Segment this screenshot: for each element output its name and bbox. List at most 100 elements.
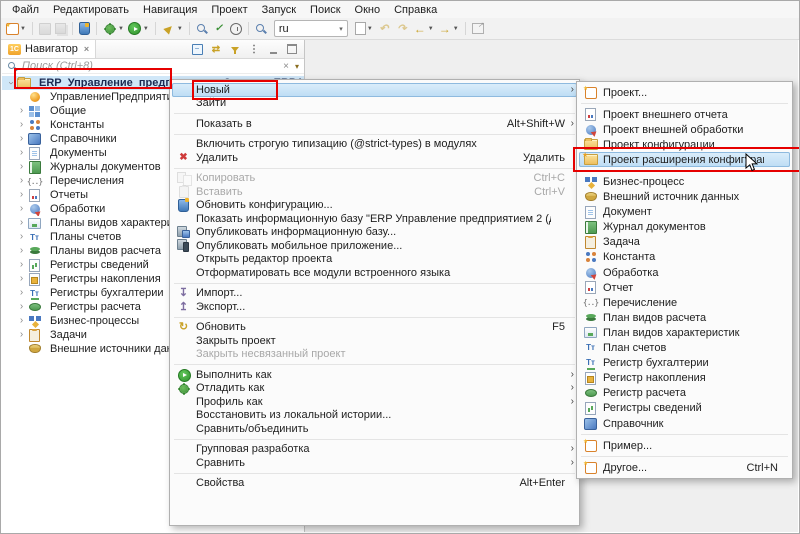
menu-item[interactable]: Закрыть проект bbox=[172, 334, 577, 348]
link-with-editor-icon[interactable] bbox=[209, 42, 223, 56]
menu-item[interactable]: Показать в Alt+Shift+W › bbox=[172, 117, 577, 131]
find-references-button[interactable] bbox=[254, 20, 268, 37]
chevron-down-icon[interactable]: ▼ bbox=[20, 26, 26, 32]
view-menu-icon[interactable] bbox=[247, 42, 261, 56]
menu-item[interactable]: Документ bbox=[579, 205, 790, 220]
menu-item[interactable]: Отладить как › bbox=[172, 382, 577, 396]
menu-item[interactable]: Сравнить › bbox=[172, 456, 577, 470]
search-button[interactable] bbox=[195, 20, 209, 37]
menubar-item[interactable]: Файл bbox=[5, 3, 46, 17]
chevron-icon[interactable]: › bbox=[16, 246, 27, 256]
tab-navigator[interactable]: Навигатор bbox=[2, 40, 96, 58]
chevron-down-icon[interactable]: ▼ bbox=[143, 26, 149, 32]
restore-editor-button[interactable] bbox=[471, 20, 485, 37]
chevron-icon[interactable]: › bbox=[16, 204, 27, 214]
menu-item[interactable]: Закрыть несвязанный проект bbox=[172, 348, 577, 362]
menu-item[interactable]: Опубликовать информационную базу... bbox=[172, 226, 577, 240]
menu-item[interactable]: Перечисление bbox=[579, 295, 790, 310]
menu-item[interactable]: Регистр бухгалтерии bbox=[579, 356, 790, 371]
menu-item[interactable]: Зайти bbox=[172, 97, 577, 111]
menu-item[interactable]: Проект внешнего отчета bbox=[579, 107, 790, 122]
menu-item[interactable]: Открыть редактор проекта bbox=[172, 253, 577, 267]
menubar-item[interactable]: Навигация bbox=[136, 3, 204, 17]
menu-item[interactable]: Показать информационную базу "ERP Управл… bbox=[172, 212, 577, 226]
menu-item[interactable]: Справочник bbox=[579, 416, 790, 431]
chevron-down-icon[interactable]: ▼ bbox=[177, 26, 183, 32]
filter-icon[interactable] bbox=[228, 42, 242, 56]
chevron-icon[interactable]: › bbox=[16, 260, 27, 270]
menu-item[interactable]: Бизнес-процесс bbox=[579, 174, 790, 189]
forward-button[interactable]: ▼ bbox=[437, 20, 460, 37]
menu-item[interactable]: Опубликовать мобильное приложение... bbox=[172, 239, 577, 253]
menu-item[interactable]: Внешний источник данных bbox=[579, 190, 790, 205]
collapse-all-icon[interactable] bbox=[190, 42, 204, 56]
minimize-icon[interactable] bbox=[266, 42, 280, 56]
chevron-down-icon[interactable]: ▼ bbox=[118, 26, 124, 32]
chevron-icon[interactable]: › bbox=[16, 274, 27, 284]
menu-item[interactable]: Другое... Ctrl+N bbox=[579, 460, 790, 475]
menu-item[interactable]: Сравнить/объединить bbox=[172, 422, 577, 436]
menu-item[interactable]: Групповая разработка › bbox=[172, 443, 577, 457]
menu-item[interactable]: План видов расчета bbox=[579, 310, 790, 325]
menu-item[interactable]: Копировать Ctrl+C bbox=[172, 172, 577, 186]
chevron-down-icon[interactable]: ▾ bbox=[295, 62, 299, 71]
debug-button[interactable]: ▼ bbox=[102, 20, 125, 37]
menubar-item[interactable]: Окно bbox=[348, 3, 388, 17]
back-button[interactable]: ▼ bbox=[412, 20, 435, 37]
check-configuration-button[interactable] bbox=[211, 20, 227, 37]
chevron-icon[interactable]: › bbox=[16, 134, 27, 144]
menu-item[interactable]: Новый › bbox=[172, 83, 577, 97]
menu-item[interactable]: Профиль как › bbox=[172, 395, 577, 409]
menu-item[interactable]: Пример... bbox=[579, 438, 790, 453]
chevron-icon[interactable]: › bbox=[16, 330, 27, 340]
chevron-icon[interactable]: › bbox=[16, 106, 27, 116]
menu-item[interactable]: Журнал документов bbox=[579, 220, 790, 235]
chevron-icon[interactable]: › bbox=[16, 190, 27, 200]
chevron-icon[interactable]: › bbox=[16, 288, 27, 298]
menu-item[interactable]: Проект конфигурации bbox=[579, 137, 790, 152]
menu-item[interactable]: Удалить Удалить bbox=[172, 151, 577, 165]
chevron-down-icon[interactable]: ▼ bbox=[367, 26, 373, 32]
annotations-button[interactable]: ▼ bbox=[354, 20, 374, 37]
chevron-icon[interactable]: › bbox=[16, 302, 27, 312]
close-icon[interactable] bbox=[82, 44, 89, 54]
last-edit-location-button[interactable] bbox=[376, 20, 392, 37]
menu-item[interactable]: Проект... bbox=[579, 85, 790, 100]
menu-item[interactable]: Отчет bbox=[579, 280, 790, 295]
maximize-icon[interactable] bbox=[285, 42, 299, 56]
menu-item[interactable]: Обновить конфигурацию... bbox=[172, 199, 577, 213]
chevron-icon[interactable]: › bbox=[6, 78, 16, 89]
chevron-icon[interactable]: › bbox=[16, 176, 27, 186]
menu-item[interactable]: Свойства Alt+Enter bbox=[172, 477, 577, 491]
chevron-down-icon[interactable]: ▼ bbox=[428, 26, 434, 32]
run-button[interactable]: ▼ bbox=[127, 20, 150, 37]
chevron-icon[interactable]: › bbox=[16, 148, 27, 158]
menu-item[interactable]: Задача bbox=[579, 235, 790, 250]
new-wizard-button[interactable]: ▼ bbox=[5, 20, 27, 37]
save-all-button[interactable] bbox=[54, 20, 67, 37]
menu-item[interactable]: Включить строгую типизацию (@strict-type… bbox=[172, 138, 577, 152]
stopwatch-button[interactable] bbox=[229, 20, 243, 37]
menu-item[interactable]: Проект внешней обработки bbox=[579, 122, 790, 137]
clear-icon[interactable]: × bbox=[283, 61, 289, 72]
menu-item[interactable]: Обновить F5 bbox=[172, 321, 577, 335]
menu-item[interactable]: Регистр накопления bbox=[579, 371, 790, 386]
menu-item[interactable]: Экспорт... bbox=[172, 300, 577, 314]
launch-configuration-button[interactable]: ▼ bbox=[161, 20, 184, 37]
menu-item[interactable]: Выполнить как › bbox=[172, 368, 577, 382]
menu-item[interactable]: Отформатировать все модули встроенного я… bbox=[172, 266, 577, 280]
chevron-icon[interactable]: › bbox=[16, 218, 27, 228]
menu-item[interactable]: Обработка bbox=[579, 265, 790, 280]
menu-item[interactable]: План видов характеристик bbox=[579, 325, 790, 340]
locale-select[interactable]: ru▾ bbox=[274, 20, 348, 37]
menubar-item[interactable]: Поиск bbox=[303, 3, 347, 17]
chevron-icon[interactable]: › bbox=[16, 162, 27, 172]
menu-item[interactable]: Восстановить из локальной истории... bbox=[172, 409, 577, 423]
chevron-icon[interactable]: › bbox=[16, 120, 27, 130]
menu-item[interactable]: Регистры сведений bbox=[579, 401, 790, 416]
menubar-item[interactable]: Редактировать bbox=[46, 3, 136, 17]
save-button[interactable] bbox=[38, 20, 52, 37]
menu-item[interactable]: Импорт... bbox=[172, 287, 577, 301]
menu-item[interactable]: Вставить Ctrl+V bbox=[172, 185, 577, 199]
next-edit-location-button[interactable] bbox=[394, 20, 410, 37]
